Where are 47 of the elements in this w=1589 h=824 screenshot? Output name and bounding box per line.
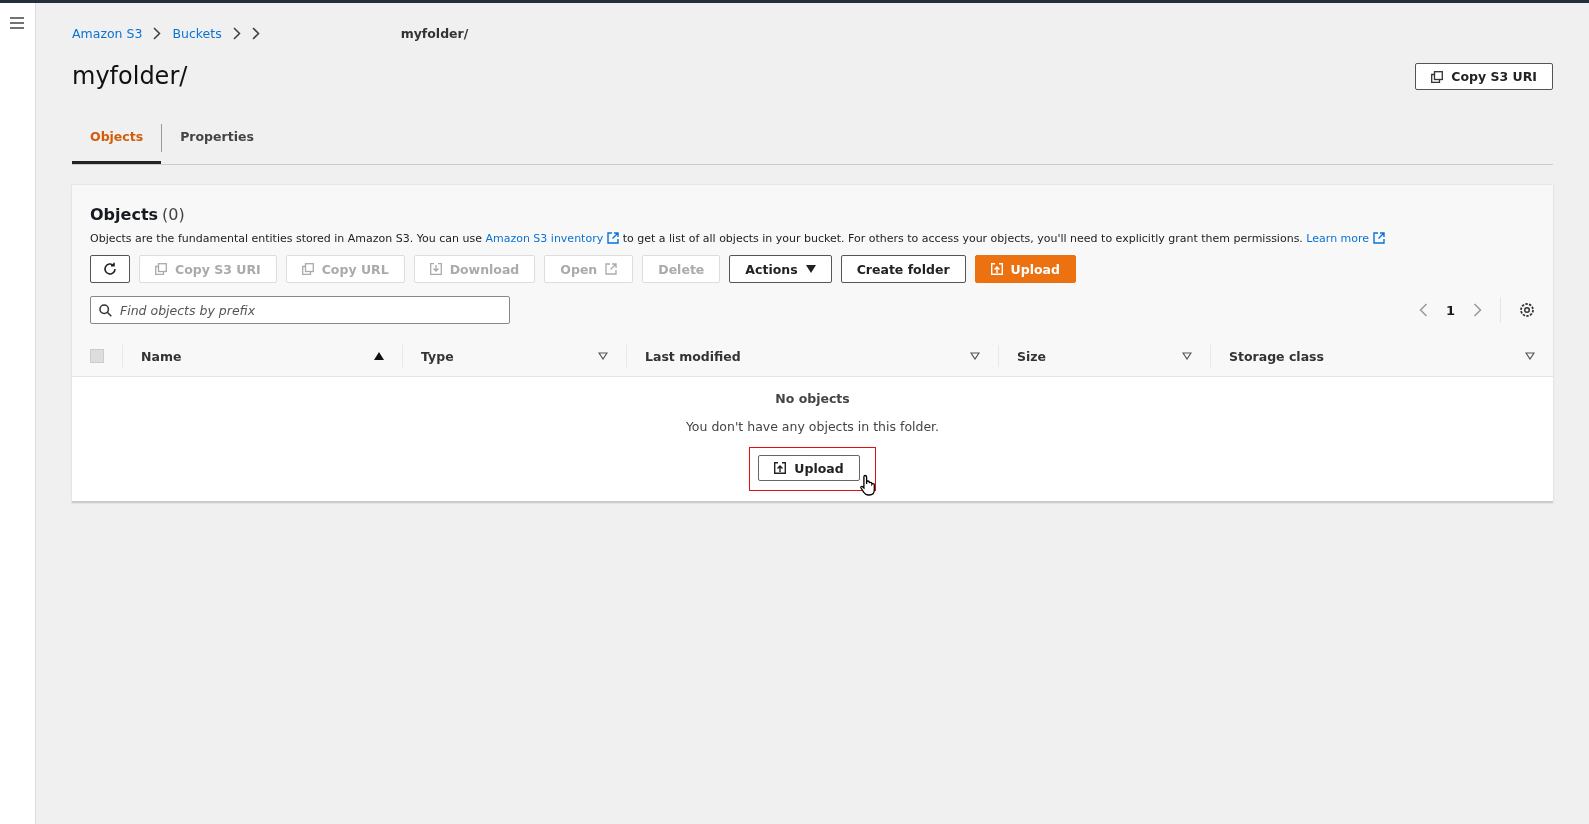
description-link[interactable]: Learn more bbox=[1306, 232, 1386, 245]
empty-message: You don't have any objects in this folder. bbox=[685, 419, 940, 434]
sort-icon[interactable] bbox=[1182, 352, 1192, 360]
sort-ascending-icon[interactable] bbox=[374, 352, 384, 360]
external-link-icon bbox=[1373, 232, 1386, 244]
empty-title: No objects bbox=[775, 391, 850, 406]
hand-cursor-icon bbox=[859, 474, 878, 496]
copy-icon bbox=[155, 263, 167, 275]
copy-s3-uri-button[interactable]: Copy S3 URI bbox=[1415, 63, 1553, 90]
settings-icon[interactable] bbox=[1519, 302, 1535, 318]
column-header[interactable]: Storage class bbox=[1229, 348, 1324, 364]
tab[interactable]: Properties bbox=[162, 112, 272, 164]
object-count: (0) bbox=[162, 205, 185, 224]
toolbar-button[interactable]: Create folder bbox=[840, 255, 966, 283]
description-text: Objects are the fundamental entities stored in Amazon S3. You can use Amazon S3 inventory to get a list of all objects in your bucket. For others to access your objects, you'll need to explicitly grant them permissions. Learn more bbox=[90, 232, 1535, 245]
select-all-checkbox[interactable] bbox=[90, 349, 104, 363]
caret-down-icon bbox=[805, 265, 816, 273]
sort-icon[interactable] bbox=[970, 352, 980, 360]
sort-icon[interactable] bbox=[598, 352, 608, 360]
panel-title: Objects bbox=[90, 205, 159, 224]
page-number[interactable]: 1 bbox=[1445, 302, 1455, 318]
breadcrumb-current: myfolder/ bbox=[400, 25, 469, 41]
chevron-right-icon bbox=[153, 26, 162, 40]
toolbar-button[interactable]: Actions bbox=[729, 255, 832, 283]
breadcrumb-link[interactable]: Amazon S3 bbox=[72, 25, 143, 41]
upload-button[interactable]: Upload bbox=[758, 455, 860, 481]
refresh-icon bbox=[103, 262, 117, 276]
column-header[interactable]: Name bbox=[141, 348, 182, 364]
external-link-icon bbox=[605, 263, 618, 275]
column-header[interactable]: Size bbox=[1017, 348, 1047, 364]
chevron-right-icon bbox=[232, 26, 241, 40]
external-link-icon bbox=[607, 232, 620, 244]
upload-icon bbox=[774, 462, 787, 474]
download-icon bbox=[429, 263, 442, 275]
copy-icon bbox=[301, 263, 314, 275]
search-icon bbox=[99, 304, 112, 317]
copy-icon bbox=[1431, 70, 1444, 83]
description-link[interactable]: Amazon S3 inventory bbox=[485, 232, 620, 245]
column-header[interactable]: Last modified bbox=[645, 348, 741, 364]
column-header[interactable]: Type bbox=[421, 348, 454, 364]
breadcrumb-link[interactable]: Buckets bbox=[172, 25, 222, 41]
sort-icon[interactable] bbox=[1525, 352, 1535, 360]
refresh-button[interactable] bbox=[90, 255, 130, 283]
page-title: myfolder/ bbox=[72, 62, 188, 90]
upload-icon bbox=[990, 263, 1003, 275]
menu-icon[interactable] bbox=[10, 17, 24, 29]
search-field[interactable]: Find objects by prefix bbox=[90, 296, 510, 324]
